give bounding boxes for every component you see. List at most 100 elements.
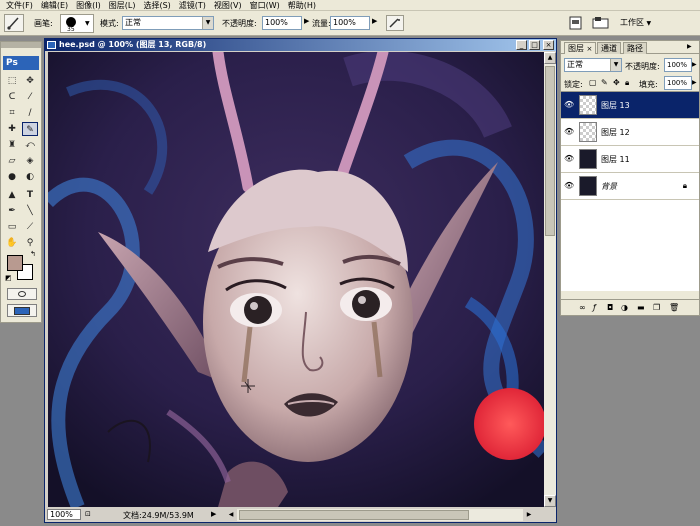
- healing-brush-tool-icon[interactable]: ✚: [4, 122, 20, 136]
- maximize-button[interactable]: □: [529, 40, 540, 50]
- menu-image[interactable]: 图像(I): [72, 0, 105, 11]
- swap-colors-icon[interactable]: ↰: [30, 250, 36, 258]
- menu-layer[interactable]: 图层(L): [105, 0, 140, 11]
- opacity-slider-arrow-icon[interactable]: ▶: [304, 17, 309, 25]
- flow-input[interactable]: 100%: [330, 16, 370, 30]
- type-tool-icon[interactable]: T: [22, 188, 38, 202]
- toolbox-grip[interactable]: [1, 42, 41, 48]
- fill-value: 100%: [667, 79, 688, 87]
- tab-layers[interactable]: 图层 ×: [564, 42, 597, 54]
- layer-opacity-arrow-icon[interactable]: ▶: [692, 61, 697, 68]
- tool-preset-picker[interactable]: [4, 14, 24, 32]
- magic-wand-tool-icon[interactable]: ⁄: [22, 90, 38, 104]
- blur-tool-icon[interactable]: ●: [4, 170, 20, 184]
- lock-all-icon[interactable]: 🔒︎: [625, 78, 629, 88]
- eye-icon[interactable]: 👁︎: [564, 100, 574, 110]
- eye-icon[interactable]: 👁︎: [564, 181, 574, 191]
- history-brush-tool-icon[interactable]: ⤺: [22, 138, 38, 152]
- path-selection-tool-icon[interactable]: ▲: [4, 188, 20, 202]
- pen-tool-icon[interactable]: ✒: [4, 204, 20, 218]
- brush-picker[interactable]: 35 ▼: [60, 14, 94, 33]
- palette-well-button[interactable]: [592, 16, 610, 30]
- mode-select[interactable]: 正常 ▼: [122, 16, 214, 30]
- canvas[interactable]: [48, 52, 544, 507]
- menu-view[interactable]: 视图(V): [210, 0, 246, 11]
- file-browser-button[interactable]: [568, 16, 584, 30]
- fill-input[interactable]: 100%: [664, 76, 692, 90]
- delete-layer-icon[interactable]: 🗑︎: [669, 303, 679, 312]
- new-group-icon[interactable]: ▬: [637, 303, 645, 312]
- lock-transparency-icon[interactable]: ▢: [589, 78, 597, 87]
- menu-help[interactable]: 帮助(H): [284, 0, 320, 11]
- layer-row-11[interactable]: 👁︎ 图层 11: [561, 146, 699, 173]
- clone-stamp-tool-icon[interactable]: ♜: [4, 138, 20, 152]
- close-icon[interactable]: ×: [587, 45, 593, 53]
- workspace-menu[interactable]: 工作区 ▼: [620, 15, 660, 31]
- dodge-tool-icon[interactable]: ◐: [22, 170, 38, 184]
- lock-image-icon[interactable]: ✎: [601, 78, 608, 87]
- horizontal-scroll-thumb[interactable]: [239, 510, 469, 520]
- close-button[interactable]: ×: [543, 40, 554, 50]
- horizontal-scrollbar[interactable]: ◀ ▶: [225, 509, 535, 521]
- quick-mask-button[interactable]: [7, 288, 37, 300]
- ps-logo[interactable]: Ps: [3, 56, 39, 70]
- slice-tool-icon[interactable]: ∕: [22, 106, 38, 120]
- menu-window[interactable]: 窗口(W): [246, 0, 284, 11]
- eye-icon[interactable]: 👁︎: [564, 127, 574, 137]
- vertical-scrollbar[interactable]: ▲ ▼: [544, 52, 556, 507]
- foreground-color-fill: [7, 255, 23, 271]
- adjustment-layer-icon[interactable]: ◑: [621, 303, 628, 312]
- link-layers-icon[interactable]: ∞: [579, 303, 586, 312]
- eyedropper-tool-icon[interactable]: ⟋: [22, 220, 38, 234]
- menu-file[interactable]: 文件(F): [2, 0, 37, 11]
- new-layer-icon[interactable]: ❐: [653, 303, 660, 312]
- vertical-scroll-thumb[interactable]: [545, 66, 555, 236]
- lock-position-icon[interactable]: ✥: [613, 78, 620, 87]
- tab-paths[interactable]: 路径: [623, 42, 647, 54]
- notes-tool-icon[interactable]: ▭: [4, 220, 20, 234]
- quick-mask-icon: [18, 291, 26, 297]
- menu-select[interactable]: 选择(S): [139, 0, 174, 11]
- tab-channels[interactable]: 通道: [597, 42, 621, 54]
- eraser-tool-icon[interactable]: ▱: [4, 154, 20, 168]
- opacity-input[interactable]: 100%: [262, 16, 302, 30]
- layer-row-12[interactable]: 👁︎ 图层 12: [561, 119, 699, 146]
- status-menu-icon[interactable]: ▶: [211, 510, 216, 518]
- add-mask-icon[interactable]: ◘: [607, 303, 613, 312]
- marquee-tool-icon[interactable]: ⬚: [4, 74, 20, 88]
- zoom-tool-icon[interactable]: ⚲: [22, 236, 38, 250]
- eye-icon[interactable]: 👁︎: [564, 154, 574, 164]
- document-title-bar[interactable]: hee.psd @ 100% (图层 13, RGB/8): [45, 39, 556, 51]
- layer-opacity-input[interactable]: 100%: [664, 58, 692, 72]
- status-info-icon[interactable]: ⊡: [85, 510, 95, 520]
- layer-row-background[interactable]: 👁︎ 背景 🔒︎: [561, 173, 699, 200]
- menu-filter[interactable]: 滤镜(T): [175, 0, 210, 11]
- screen-mode-button[interactable]: [7, 304, 37, 317]
- palette-tabs: 图层 × 通道 路径 ▶: [561, 41, 699, 54]
- palette-menu-icon[interactable]: ▶: [687, 43, 692, 50]
- menu-edit[interactable]: 编辑(E): [37, 0, 72, 11]
- scroll-right-icon[interactable]: ▶: [523, 509, 535, 521]
- layer-style-icon[interactable]: ƒ: [593, 303, 596, 312]
- paint-bucket-tool-icon[interactable]: ◈: [22, 154, 38, 168]
- scroll-up-icon[interactable]: ▲: [544, 52, 556, 64]
- chevron-down-icon: ▼: [646, 20, 652, 27]
- crop-tool-icon[interactable]: ⌗: [4, 106, 20, 120]
- shape-tool-icon[interactable]: ╲: [22, 204, 38, 218]
- lasso-tool-icon[interactable]: ᑕ: [4, 90, 20, 104]
- blend-mode-select[interactable]: 正常 ▼: [564, 58, 622, 72]
- file-browser-icon: [569, 16, 582, 30]
- flow-slider-arrow-icon[interactable]: ▶: [372, 17, 377, 25]
- airbrush-button[interactable]: [386, 15, 404, 31]
- scroll-down-icon[interactable]: ▼: [544, 495, 556, 507]
- move-tool-icon[interactable]: ✥: [22, 74, 38, 88]
- layer-row-13[interactable]: 👁︎ 图层 13: [561, 92, 699, 119]
- hand-tool-icon[interactable]: ✋: [4, 236, 20, 250]
- status-bar: 100% ⊡ 文档:24.9M/53.9M ▶ ◀ ▶: [45, 508, 556, 522]
- minimize-button[interactable]: _: [516, 40, 527, 50]
- scroll-left-icon[interactable]: ◀: [225, 509, 237, 521]
- zoom-field[interactable]: 100%: [47, 509, 81, 520]
- default-colors-icon[interactable]: ◩: [5, 274, 12, 282]
- brush-tool-icon[interactable]: ✎: [22, 122, 38, 136]
- fill-arrow-icon[interactable]: ▶: [692, 79, 697, 86]
